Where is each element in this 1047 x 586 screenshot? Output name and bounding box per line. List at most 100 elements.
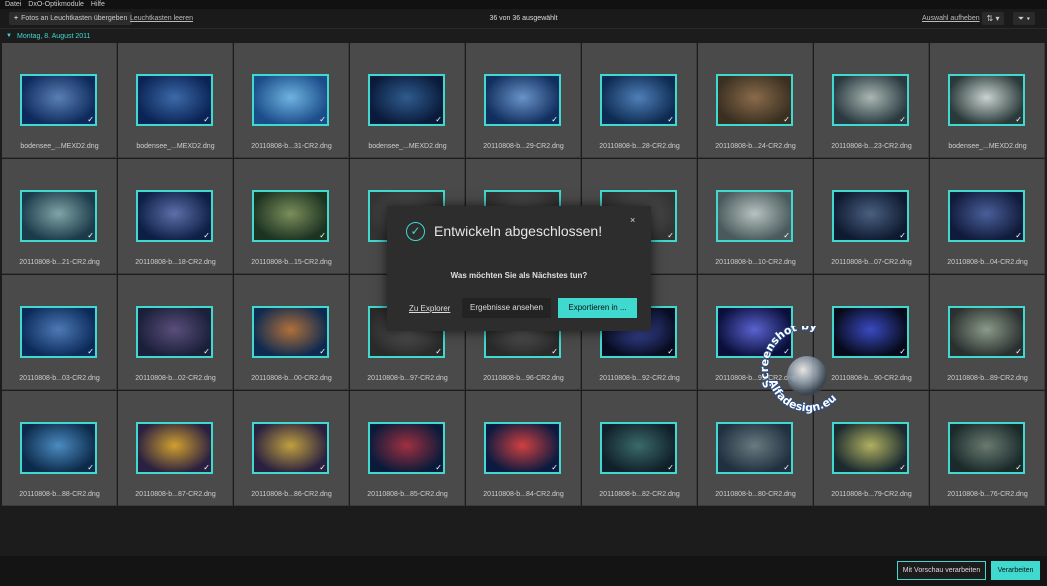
selected-check-icon: ✓ <box>435 347 442 356</box>
thumbnail-cell[interactable]: ✓ 20110808-b...28-CR2.dng <box>582 43 697 158</box>
selected-check-icon: ✓ <box>899 463 906 472</box>
thumbnail-image[interactable]: ✓ <box>832 190 909 242</box>
thumbnail-image[interactable]: ✓ <box>20 74 97 126</box>
thumbnail-image[interactable]: ✓ <box>600 74 677 126</box>
date-group-header[interactable]: ▼ Montag, 8. August 2011 <box>0 30 1047 43</box>
thumbnail-cell[interactable]: ✓ 20110808-b...10-CR2.dng <box>698 159 813 274</box>
thumbnail-cell[interactable]: ✓ bodensee_...MEXD2.dng <box>930 43 1045 158</box>
photo <box>22 424 95 472</box>
file-name: 20110808-b...04-CR2.dng <box>947 259 1028 266</box>
thumbnail-cell[interactable]: ✓ 20110808-b...87-CR2.dng <box>118 391 233 506</box>
thumbnail-image[interactable]: ✓ <box>948 306 1025 358</box>
thumbnail-cell[interactable]: ✓ 20110808-b...29-CR2.dng <box>466 43 581 158</box>
file-name: 20110808-b...88-CR2.dng <box>19 491 100 498</box>
thumbnail-cell[interactable]: ✓ 20110808-b...23-CR2.dng <box>814 43 929 158</box>
thumbnail-image[interactable]: ✓ <box>832 74 909 126</box>
selected-check-icon: ✓ <box>899 347 906 356</box>
thumbnail-cell[interactable]: ✓ 20110808-b...21-CR2.dng <box>2 159 117 274</box>
thumbnail-image[interactable]: ✓ <box>252 422 329 474</box>
thumbnail-cell[interactable]: ✓ 20110808-b...84-CR2.dng <box>466 391 581 506</box>
process-button[interactable]: Verarbeiten <box>991 561 1040 580</box>
photo <box>950 308 1023 356</box>
deselect-link[interactable]: Auswahl aufheben <box>922 12 980 25</box>
export-button[interactable]: Exportieren in ... <box>558 298 637 318</box>
thumbnail-image[interactable]: ✓ <box>948 190 1025 242</box>
photo <box>22 192 95 240</box>
menu-bar: Datei DxO-Optikmodule Hilfe <box>0 0 1047 9</box>
photo <box>138 192 211 240</box>
thumbnail-image[interactable]: ✓ <box>20 306 97 358</box>
selected-check-icon: ✓ <box>319 463 326 472</box>
thumbnail-cell[interactable]: ✓ 20110808-b...07-CR2.dng <box>814 159 929 274</box>
thumbnail-image[interactable]: ✓ <box>136 74 213 126</box>
thumbnail-cell[interactable]: ✓ 20110808-b...18-CR2.dng <box>118 159 233 274</box>
menu-optikmodule[interactable]: DxO-Optikmodule <box>28 0 84 9</box>
thumbnail-cell[interactable]: ✓ bodensee_...MEXD2.dng <box>118 43 233 158</box>
thumbnail-image[interactable]: ✓ <box>20 190 97 242</box>
photo <box>834 192 907 240</box>
toolbar: + Fotos an Leuchtkasten übergeben Leuchtk… <box>0 9 1047 29</box>
photo <box>602 76 675 124</box>
selected-check-icon: ✓ <box>1015 231 1022 240</box>
selected-check-icon: ✓ <box>667 231 674 240</box>
thumbnail-cell[interactable]: ✓ 20110808-b...04-CR2.dng <box>930 159 1045 274</box>
selected-check-icon: ✓ <box>87 463 94 472</box>
sort-icon[interactable]: ⇅ ▾ <box>982 12 1004 25</box>
bottom-bar <box>0 556 1047 586</box>
thumbnail-image[interactable]: ✓ <box>948 422 1025 474</box>
thumbnail-image[interactable]: ✓ <box>136 306 213 358</box>
filter-icon[interactable]: ⏷ ▾ <box>1013 12 1035 25</box>
thumbnail-cell[interactable]: ✓ 20110808-b...00-CR2.dng <box>234 275 349 390</box>
thumbnail-cell[interactable]: ✓ bodensee_...MEXD2.dng <box>350 43 465 158</box>
thumbnail-cell[interactable]: ✓ 20110808-b...88-CR2.dng <box>2 391 117 506</box>
thumbnail-image[interactable]: ✓ <box>136 422 213 474</box>
thumbnail-image[interactable]: ✓ <box>600 422 677 474</box>
thumbnail-image[interactable]: ✓ <box>484 422 561 474</box>
file-name: bodensee_...MEXD2.dng <box>136 143 215 150</box>
thumbnail-cell[interactable]: ✓ 20110808-b...15-CR2.dng <box>234 159 349 274</box>
selected-check-icon: ✓ <box>203 347 210 356</box>
selected-check-icon: ✓ <box>435 463 442 472</box>
thumbnail-image[interactable]: ✓ <box>368 422 445 474</box>
menu-datei[interactable]: Datei <box>5 0 21 9</box>
thumbnail-image[interactable]: ✓ <box>252 190 329 242</box>
photo <box>370 76 443 124</box>
thumbnail-cell[interactable]: ✓ 20110808-b...86-CR2.dng <box>234 391 349 506</box>
thumbnail-image[interactable]: ✓ <box>484 74 561 126</box>
thumbnail-image[interactable]: ✓ <box>716 190 793 242</box>
photo <box>486 76 559 124</box>
thumbnail-cell[interactable]: ✓ 20110808-b...24-CR2.dng <box>698 43 813 158</box>
selected-check-icon: ✓ <box>667 115 674 124</box>
thumbnail-image[interactable]: ✓ <box>948 74 1025 126</box>
file-name: 20110808-b...15-CR2.dng <box>251 259 332 266</box>
thumbnail-image[interactable]: ✓ <box>368 74 445 126</box>
selected-check-icon: ✓ <box>551 463 558 472</box>
thumbnail-cell[interactable]: ✓ 20110808-b...89-CR2.dng <box>930 275 1045 390</box>
selection-count: 36 von 36 ausgewählt <box>489 15 558 22</box>
menu-hilfe[interactable]: Hilfe <box>91 0 105 9</box>
thumbnail-cell[interactable]: ✓ bodensee_...MEXD2.dng <box>2 43 117 158</box>
process-with-preview-button[interactable]: Mit Vorschau verarbeiten <box>897 561 986 580</box>
file-name: 20110808-b...28-CR2.dng <box>599 143 680 150</box>
thumbnail-image[interactable]: ✓ <box>832 422 909 474</box>
file-name: 20110808-b...07-CR2.dng <box>831 259 912 266</box>
file-name: 20110808-b...03-CR2.dng <box>19 375 100 382</box>
thumbnail-image[interactable]: ✓ <box>136 190 213 242</box>
close-icon[interactable]: × <box>630 215 635 225</box>
thumbnail-image[interactable]: ✓ <box>20 422 97 474</box>
thumbnail-cell[interactable]: ✓ 20110808-b...76-CR2.dng <box>930 391 1045 506</box>
thumbnail-image[interactable]: ✓ <box>252 74 329 126</box>
thumbnail-cell[interactable]: ✓ 20110808-b...85-CR2.dng <box>350 391 465 506</box>
thumbnail-image[interactable]: ✓ <box>716 74 793 126</box>
thumbnail-cell[interactable]: ✓ 20110808-b...02-CR2.dng <box>118 275 233 390</box>
file-name: 20110808-b...18-CR2.dng <box>135 259 216 266</box>
selected-check-icon: ✓ <box>319 231 326 240</box>
photo <box>718 424 791 472</box>
thumbnail-cell[interactable]: ✓ 20110808-b...82-CR2.dng <box>582 391 697 506</box>
open-explorer-link[interactable]: Zu Explorer <box>409 304 450 313</box>
thumbnail-cell[interactable]: ✓ 20110808-b...03-CR2.dng <box>2 275 117 390</box>
thumbnail-image[interactable]: ✓ <box>716 422 793 474</box>
show-results-button[interactable]: Ergebnisse ansehen <box>462 298 551 318</box>
thumbnail-cell[interactable]: ✓ 20110808-b...31-CR2.dng <box>234 43 349 158</box>
thumbnail-image[interactable]: ✓ <box>252 306 329 358</box>
